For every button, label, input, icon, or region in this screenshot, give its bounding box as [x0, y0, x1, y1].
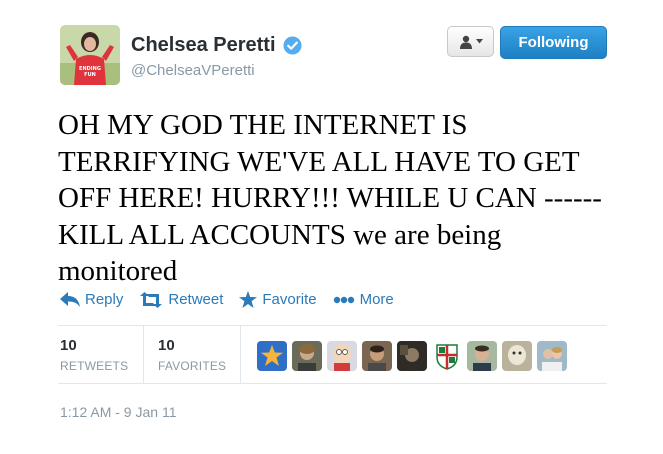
favoriter-avatar[interactable]	[537, 341, 567, 371]
reply-button[interactable]: Reply	[60, 291, 123, 308]
favorites-stat[interactable]: 10 FAVORITES	[158, 337, 226, 373]
tweet-timestamp[interactable]: 1:12 AM - 9 Jan 11	[60, 404, 176, 420]
reply-label: Reply	[85, 291, 124, 308]
stat-divider	[240, 325, 241, 383]
reply-icon	[60, 291, 80, 307]
favorites-label: FAVORITES	[158, 359, 227, 373]
star-icon	[239, 291, 258, 308]
svg-text:FUN: FUN	[84, 72, 96, 78]
user-actions-dropdown[interactable]	[447, 26, 494, 57]
display-name[interactable]: Chelsea Peretti	[131, 34, 302, 57]
retweets-count: 10	[60, 337, 77, 354]
caret-down-icon	[475, 39, 483, 44]
favoriter-avatar[interactable]	[257, 341, 287, 371]
more-label: More	[359, 291, 394, 308]
retweet-label: Retweet	[168, 291, 224, 308]
favoriter-avatar[interactable]	[362, 341, 392, 371]
more-button[interactable]: More	[333, 291, 394, 308]
retweets-stat[interactable]: 10 RETWEETS	[60, 337, 128, 373]
stats-top-divider	[58, 325, 607, 326]
person-icon	[459, 35, 472, 49]
retweet-icon	[140, 291, 163, 308]
retweet-button[interactable]: Retweet	[139, 291, 223, 308]
avatar[interactable]: ENDING FUN	[60, 25, 120, 85]
stat-divider	[143, 325, 144, 383]
favoriters-list	[257, 341, 567, 371]
display-name-text[interactable]: Chelsea Peretti	[131, 34, 276, 57]
favoriter-avatar[interactable]	[467, 341, 497, 371]
tweet-text: OH MY GOD THE INTERNET IS TERRIFYING WE'…	[58, 109, 602, 287]
favoriter-avatar[interactable]	[397, 341, 427, 371]
favorite-button[interactable]: Favorite	[239, 291, 317, 308]
favoriter-avatar[interactable]	[292, 341, 322, 371]
following-button[interactable]: Following	[500, 26, 607, 59]
user-handle[interactable]: @ChelseaVPeretti	[131, 62, 255, 79]
favoriter-avatar[interactable]	[502, 341, 532, 371]
tweet-actions: Reply Retweet Favorite More	[60, 291, 410, 308]
favoriter-avatar[interactable]	[432, 341, 462, 371]
favorite-label: Favorite	[262, 291, 317, 308]
retweets-label: RETWEETS	[60, 359, 129, 373]
verified-badge-icon	[282, 36, 302, 55]
favorites-count: 10	[158, 337, 175, 354]
more-dots-icon	[333, 296, 354, 303]
stats-bottom-divider	[58, 383, 607, 384]
favoriter-avatar[interactable]	[327, 341, 357, 371]
